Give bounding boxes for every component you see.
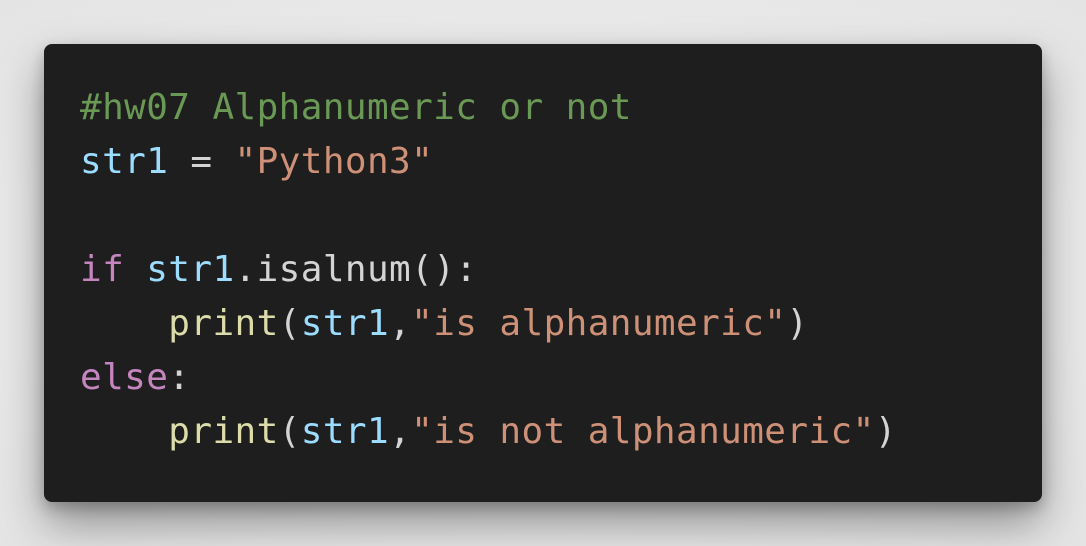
variable-token: str1 xyxy=(80,141,169,182)
indent-token xyxy=(80,303,168,344)
variable-token: str1 xyxy=(300,303,390,344)
variable-token: str1 xyxy=(146,249,235,290)
comma-token: , xyxy=(389,411,412,452)
code-line-2: str1 = "Python3" xyxy=(80,135,897,189)
string-token: "Python3" xyxy=(234,141,434,182)
string-token: "is not alphanumeric" xyxy=(411,411,875,452)
code-block: #hw07 Alphanumeric or not str1 = "Python3… xyxy=(80,81,897,459)
code-line-4: if str1.isalnum(): xyxy=(80,243,897,297)
function-token: print xyxy=(168,411,279,452)
string-token: "is alphanumeric" xyxy=(411,303,787,344)
code-line-1: #hw07 Alphanumeric or not xyxy=(80,81,897,135)
code-snippet-window: #hw07 Alphanumeric or not str1 = "Python3… xyxy=(44,44,1042,502)
code-line-6: else: xyxy=(80,351,897,405)
indent-token xyxy=(80,411,168,452)
method-call-token: .isalnum(): xyxy=(234,249,478,290)
keyword-token: else xyxy=(80,357,169,398)
close-paren-token: ) xyxy=(874,411,897,452)
open-paren-token: ( xyxy=(278,303,301,344)
variable-token: str1 xyxy=(300,411,390,452)
assign-operator-token: = xyxy=(168,141,235,182)
comma-token: , xyxy=(389,303,412,344)
open-paren-token: ( xyxy=(278,411,301,452)
function-token: print xyxy=(168,303,279,344)
close-paren-token: ) xyxy=(786,303,809,344)
colon-token: : xyxy=(168,357,191,398)
code-line-5: print(str1,"is alphanumeric") xyxy=(80,297,897,351)
comment-token: #hw07 Alphanumeric or not xyxy=(80,87,632,128)
code-line-7: print(str1,"is not alphanumeric") xyxy=(80,405,897,459)
keyword-token: if xyxy=(80,249,125,290)
